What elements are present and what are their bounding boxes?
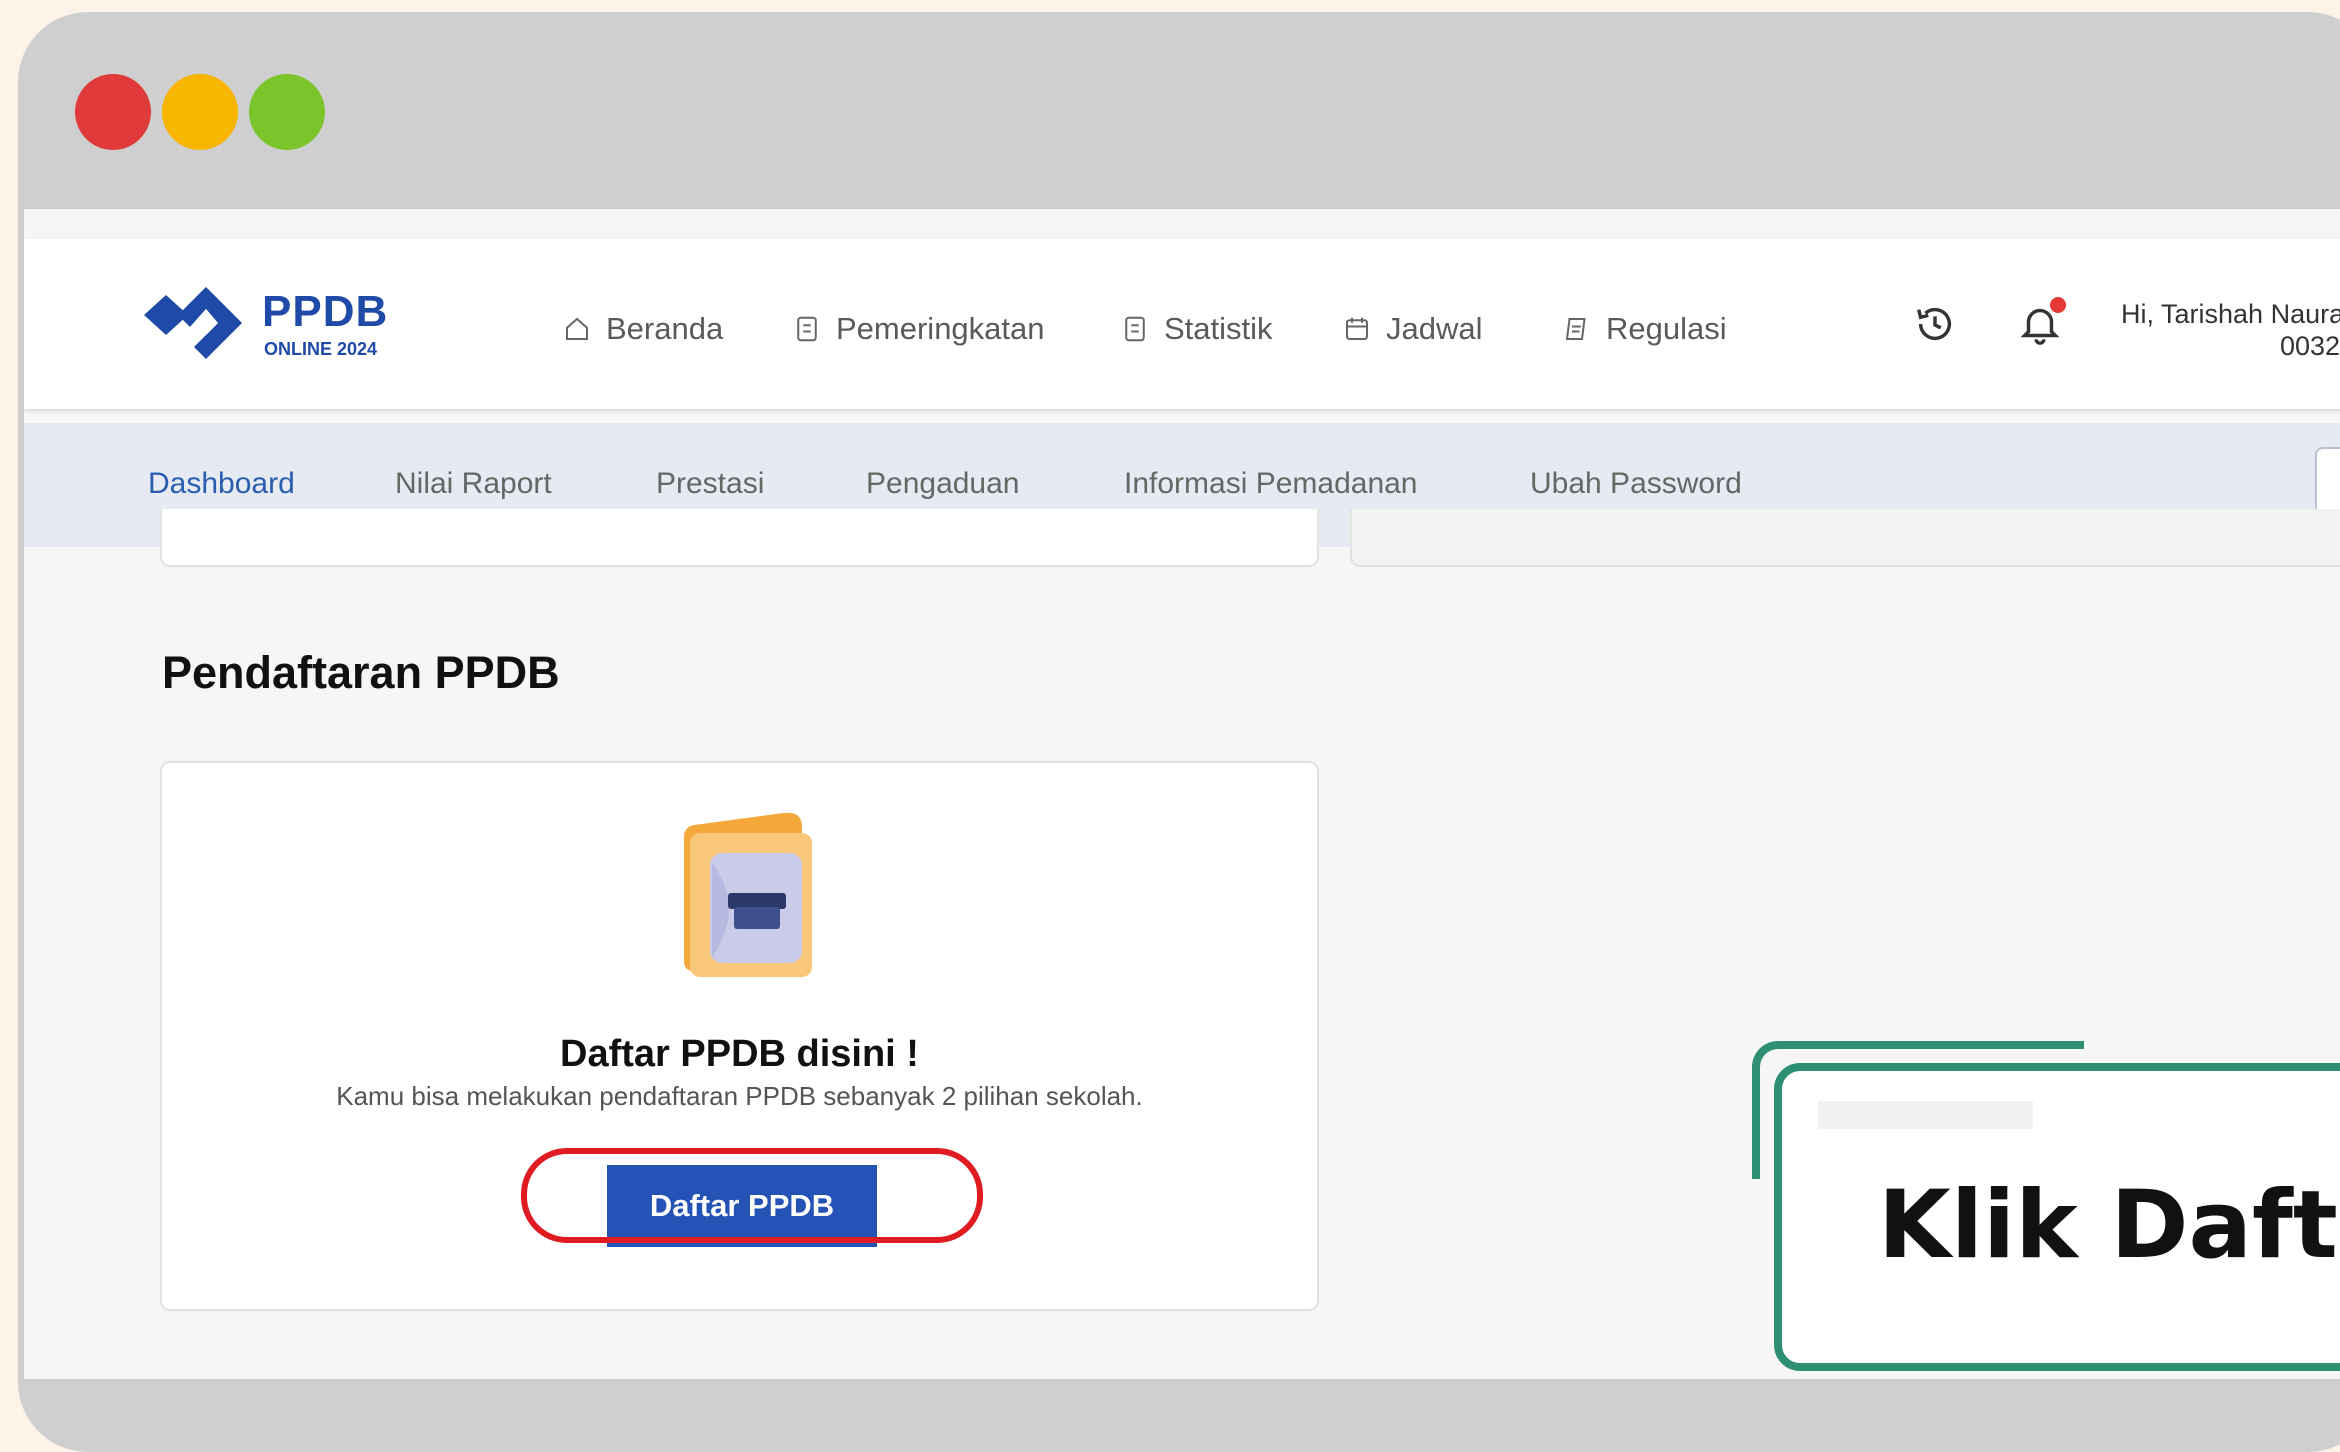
ranking-icon (797, 316, 817, 342)
nav-jadwal-label: Jadwal (1386, 311, 1483, 346)
home-icon (566, 317, 588, 340)
callout-placeholder-bar (1818, 1101, 2033, 1129)
maximize-window-button[interactable] (249, 74, 325, 150)
folder-illustration-icon (684, 812, 812, 977)
section-title: Pendaftaran PPDB (162, 647, 560, 698)
registration-card: Daftar PPDB disini ! Kamu bisa melakukan… (160, 761, 1319, 1311)
registration-heading: Daftar PPDB disini ! (560, 1033, 919, 1075)
registration-description: Kamu bisa melakukan pendaftaran PPDB seb… (336, 1081, 1143, 1111)
subnav-pengaduan[interactable]: Pengaduan (866, 467, 1020, 501)
previous-card-right (1350, 509, 2340, 567)
logo-subtitle: ONLINE 2024 (264, 339, 378, 359)
page-viewport: PPDB ONLINE 2024 Beranda Pemeringkatan S… (24, 209, 2340, 1379)
nav-beranda[interactable]: Beranda (562, 311, 723, 347)
logo-title: PPDB (262, 287, 389, 336)
calendar-icon (1346, 317, 1368, 340)
statistics-icon (1125, 316, 1145, 342)
user-id: 00323 (2280, 331, 2340, 361)
subnav-prestasi[interactable]: Prestasi (656, 467, 764, 501)
ppdb-logo[interactable]: PPDB ONLINE 2024 (144, 287, 404, 367)
nav-regulasi-label: Regulasi (1606, 311, 1727, 346)
subnav-nilai-raport[interactable]: Nilai Raport (395, 467, 552, 501)
nav-statistik-label: Statistik (1164, 311, 1273, 346)
callout-box: Klik Daftar (1774, 1063, 2340, 1371)
instruction-callout: Klik Daftar (1752, 1039, 2340, 1379)
subnav-informasi-pemadanan[interactable]: Informasi Pemadanan (1124, 467, 1418, 501)
nav-beranda-label: Beranda (606, 311, 724, 346)
nav-regulasi[interactable]: Regulasi (1562, 311, 1727, 347)
nav-pemeringkatan[interactable]: Pemeringkatan (792, 311, 1045, 347)
nav-pemeringkatan-label: Pemeringkatan (836, 311, 1045, 346)
logo-mark-icon (144, 287, 242, 359)
history-icon[interactable] (1912, 301, 1958, 347)
nav-jadwal[interactable]: Jadwal (1342, 311, 1483, 347)
daftar-ppdb-button[interactable]: Daftar PPDB (607, 1165, 877, 1247)
user-greeting[interactable]: Hi, Tarishah Naura (2121, 299, 2340, 330)
browser-window: PPDB ONLINE 2024 Beranda Pemeringkatan S… (18, 12, 2340, 1452)
nav-statistik[interactable]: Statistik (1120, 311, 1273, 347)
minimize-window-button[interactable] (162, 74, 238, 150)
regulation-icon (1565, 318, 1586, 340)
notification-dot (2050, 297, 2066, 313)
previous-card (160, 509, 1319, 567)
top-navbar: PPDB ONLINE 2024 Beranda Pemeringkatan S… (24, 239, 2340, 409)
callout-text: Klik Daftar (1878, 1171, 2340, 1280)
subnav-dashboard[interactable]: Dashboard (148, 467, 295, 501)
subnav-ubah-password[interactable]: Ubah Password (1530, 467, 1742, 501)
close-window-button[interactable] (75, 74, 151, 150)
